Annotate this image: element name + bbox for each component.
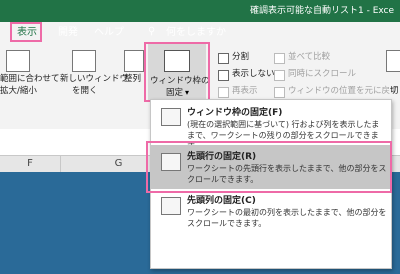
freeze-first-column-icon	[161, 197, 181, 215]
arrange-all-icon	[124, 50, 144, 72]
tab-view-highlight	[10, 22, 42, 42]
zoom-selection-line2[interactable]: 拡大/縮小	[0, 86, 37, 97]
split-icon	[218, 53, 229, 64]
unhide-icon	[218, 87, 229, 98]
lightbulb-icon: ⚲	[148, 26, 156, 37]
menu-item-freeze-first-column[interactable]: 先頭列の固定(C) ワークシートの最初の列を表示したままで、他の部分をスクロール…	[151, 189, 391, 233]
split-button[interactable]: 分割	[232, 52, 249, 63]
reset-position-icon	[274, 87, 285, 98]
tab-developer[interactable]: 開発	[58, 24, 78, 41]
menu-item-desc: ワークシートの最初の列を表示したままで、他の部分をスクロールできます。	[187, 208, 387, 228]
arrange-all-button[interactable]: 整列	[124, 74, 141, 85]
new-window-icon	[72, 50, 96, 72]
hide-button[interactable]: 表示しない	[232, 69, 275, 80]
menu-item-title: 先頭列の固定(C)	[187, 196, 256, 206]
unhide-button[interactable]: 再表示	[232, 86, 258, 97]
hide-icon	[218, 70, 229, 81]
side-by-side-button[interactable]: 並べて比較	[288, 52, 330, 63]
tell-me-search[interactable]: 何をしますか	[166, 24, 226, 41]
reset-position-button[interactable]: ウィンドウの位置を元に戻す	[288, 86, 399, 97]
zoom-selection-line1[interactable]: 範囲に合わせて	[0, 74, 60, 85]
top-row-highlight	[146, 141, 392, 193]
freeze-panes-menu-icon	[161, 108, 181, 126]
window-title: 確調表示可能な自動リスト1 - Exce	[250, 6, 395, 16]
zoom-selection-icon	[6, 50, 30, 72]
new-window-line1[interactable]: 新しいウィンドウ	[60, 74, 128, 85]
sync-scroll-button[interactable]: 同時にスクロール	[288, 69, 356, 80]
sync-scroll-icon	[274, 70, 285, 81]
menu-item-title: ウィンドウ枠の固定(F)	[187, 108, 283, 118]
switch-windows-button[interactable]: 切	[390, 86, 399, 97]
freeze-panes-highlight	[144, 42, 210, 102]
new-window-line2[interactable]: を開く	[72, 86, 98, 97]
menu-item-freeze-panes[interactable]: ウィンドウ枠の固定(F) (現在の選択範囲に基づいて) 行および列を表示したまま…	[151, 100, 391, 151]
side-by-side-icon	[274, 53, 285, 64]
tab-help[interactable]: ヘルプ	[94, 24, 124, 41]
column-header-f[interactable]: F	[0, 156, 61, 172]
switch-windows-icon	[386, 50, 400, 72]
